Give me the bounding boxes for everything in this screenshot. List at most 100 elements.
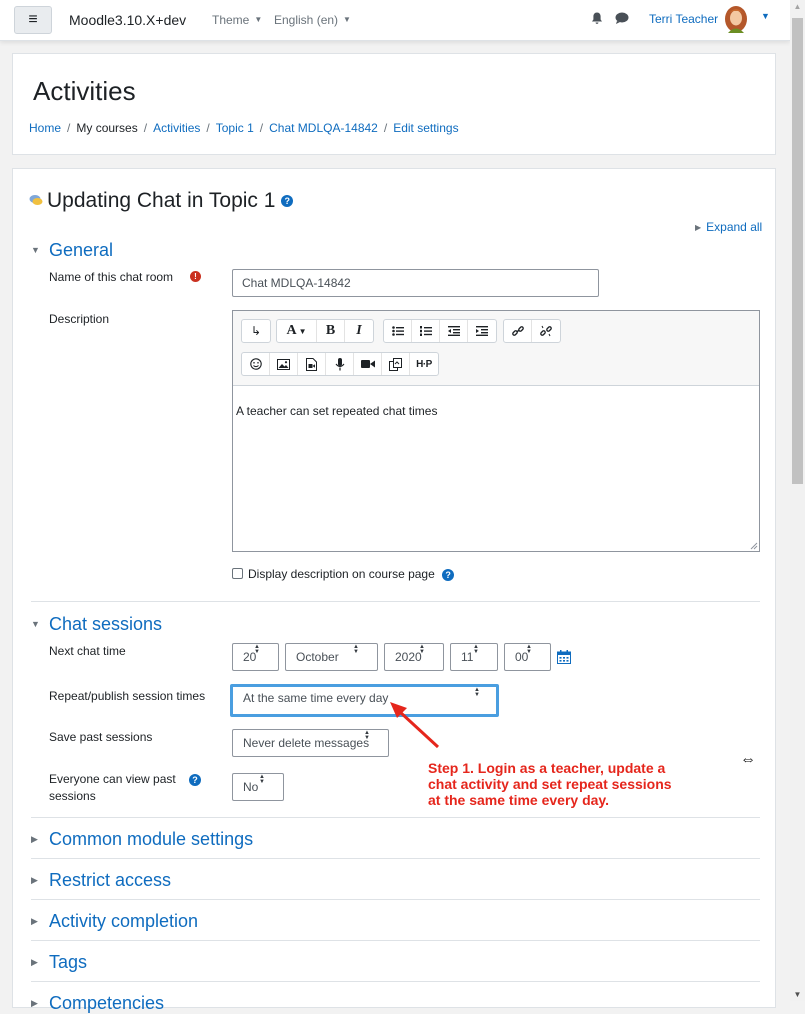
hamburger-icon: ≡	[28, 11, 38, 28]
page-scrollbar[interactable]: ▲ ▼	[790, 0, 805, 1001]
triangle-right-icon: ▶	[31, 957, 38, 967]
h5p-icon[interactable]: H·P	[410, 353, 438, 375]
link-icon[interactable]	[504, 320, 532, 342]
user-menu-name[interactable]: Terri Teacher	[649, 12, 718, 26]
section-divider	[31, 940, 760, 941]
breadcrumb-separator: /	[67, 121, 71, 135]
help-icon[interactable]: ?	[281, 195, 294, 208]
triangle-down-icon: ▼	[31, 619, 40, 629]
save-past-sessions-select[interactable]: Never delete messages ▲▼	[232, 729, 389, 757]
site-brand[interactable]: Moodle3.10.X+dev	[69, 12, 186, 28]
bullet-list-icon[interactable]	[384, 320, 412, 342]
minute-select[interactable]: 00 ▲▼	[504, 643, 551, 671]
breadcrumb-edit-settings[interactable]: Edit settings	[393, 121, 458, 135]
required-icon: !	[190, 271, 201, 282]
scroll-down-arrow-icon[interactable]: ▼	[790, 990, 805, 999]
next-chat-time-label: Next chat time	[49, 644, 126, 658]
horizontal-resize-cursor-icon: ⇔	[740, 751, 756, 768]
media-icon[interactable]	[298, 353, 326, 375]
bold-icon[interactable]: B	[317, 320, 345, 342]
triangle-right-icon: ▶	[31, 998, 38, 1008]
day-select[interactable]: 20 ▲▼	[232, 643, 279, 671]
caret-down-icon: ▼	[343, 15, 351, 24]
breadcrumb-activities[interactable]: Activities	[153, 121, 200, 135]
language-menu[interactable]: English (en) ▼	[274, 13, 351, 27]
bell-icon[interactable]	[591, 12, 603, 28]
emoticon-icon[interactable]	[242, 353, 270, 375]
unlink-icon[interactable]	[532, 320, 560, 342]
everyone-view-select[interactable]: No ▲▼	[232, 773, 284, 801]
select-arrows-icon: ▲▼	[419, 644, 425, 654]
microphone-icon[interactable]	[326, 353, 354, 375]
editor-toolbar: ↳ A ▼ B I H·P	[233, 311, 759, 386]
language-menu-label: English (en)	[274, 13, 339, 27]
display-description-label[interactable]: Display description on course page	[248, 567, 435, 581]
triangle-right-icon: ▶	[31, 875, 38, 885]
select-arrows-icon: ▲▼	[474, 687, 480, 697]
caret-down-icon[interactable]: ▼	[761, 11, 770, 21]
section-chat-sessions-toggle[interactable]: ▼ Chat sessions	[31, 614, 162, 635]
hour-select[interactable]: 11 ▲▼	[450, 643, 498, 671]
avatar[interactable]	[723, 6, 749, 34]
breadcrumb-topic[interactable]: Topic 1	[216, 121, 254, 135]
section-activity-completion[interactable]: ▶ Activity completion	[31, 911, 198, 932]
video-camera-icon[interactable]	[354, 353, 382, 375]
section-restrict-access[interactable]: ▶ Restrict access	[31, 870, 171, 891]
font-style-icon[interactable]: A ▼	[277, 320, 317, 342]
section-divider	[31, 858, 760, 859]
section-divider	[31, 899, 760, 900]
month-select[interactable]: October ▲▼	[285, 643, 378, 671]
description-editor-text[interactable]: A teacher can set repeated chat times	[236, 404, 437, 418]
select-arrows-icon: ▲▼	[526, 644, 532, 654]
breadcrumb-separator: /	[143, 121, 148, 135]
section-tags-label: Tags	[49, 952, 88, 972]
breadcrumb-separator: /	[206, 121, 210, 135]
month-select-value: October	[296, 650, 339, 664]
chat-bubble-icon[interactable]	[615, 12, 629, 27]
section-restrict-access-label: Restrict access	[49, 870, 172, 890]
section-tags[interactable]: ▶ Tags	[31, 952, 87, 973]
manage-files-icon[interactable]	[382, 353, 410, 375]
repeat-sessions-select[interactable]: At the same time every day ▲▼	[230, 684, 499, 717]
settings-form-card: Updating Chat in Topic 1 ? ▶ Expand all ▼…	[12, 168, 776, 1013]
breadcrumb-chat[interactable]: Chat MDLQA-14842	[269, 121, 378, 135]
section-general-toggle[interactable]: ▼ General	[31, 240, 113, 261]
chat-module-icon	[29, 195, 43, 205]
indent-icon[interactable]	[468, 320, 496, 342]
section-competencies[interactable]: ▶ Competencies	[31, 993, 164, 1014]
section-common-module-settings[interactable]: ▶ Common module settings	[31, 829, 253, 850]
triangle-right-icon: ▶	[31, 916, 38, 926]
calendar-icon[interactable]	[557, 650, 571, 664]
italic-icon[interactable]: I	[345, 320, 373, 342]
page-header: Activities Home / My courses / Activities / To…	[12, 53, 776, 155]
resize-grip-icon[interactable]	[750, 542, 758, 550]
toolbar-group: ↳	[241, 319, 271, 343]
scroll-up-arrow-icon[interactable]: ▲	[790, 2, 805, 11]
form-title: Updating Chat in Topic 1 ?	[29, 189, 294, 213]
toolbar-toggle-icon[interactable]: ↳	[242, 320, 270, 342]
hamburger-menu-button[interactable]: ≡	[14, 6, 52, 34]
breadcrumb-my-courses: My courses	[76, 121, 138, 135]
theme-menu[interactable]: Theme ▼	[212, 13, 262, 27]
scrollbar-thumb[interactable]	[792, 18, 803, 484]
breadcrumb-home[interactable]: Home	[29, 121, 61, 135]
form-title-text: Updating Chat in Topic 1	[47, 189, 276, 212]
top-navbar: ≡ Moodle3.10.X+dev Theme ▼ English (en) ▼ …	[0, 0, 790, 41]
display-description-checkbox[interactable]	[232, 568, 243, 579]
chat-name-field[interactable]: Chat MDLQA-14842	[232, 269, 599, 297]
annotation-arrow-icon	[390, 702, 440, 749]
breadcrumb-separator: /	[383, 121, 388, 135]
everyone-view-label: Everyone can view past sessions	[49, 772, 176, 803]
image-icon[interactable]	[270, 353, 298, 375]
breadcrumb: Home / My courses / Activities / Topic 1 / Chat …	[29, 121, 459, 135]
help-icon[interactable]: ?	[189, 774, 201, 786]
description-editor[interactable]: ↳ A ▼ B I H·P A teacher can set repeated…	[232, 310, 760, 552]
numbered-list-icon[interactable]	[412, 320, 440, 342]
outdent-icon[interactable]	[440, 320, 468, 342]
year-select[interactable]: 2020 ▲▼	[384, 643, 444, 671]
expand-all-link[interactable]: ▶ Expand all	[695, 220, 762, 234]
toolbar-group: H·P	[241, 352, 439, 376]
help-icon[interactable]: ?	[442, 568, 455, 581]
breadcrumb-separator: /	[259, 121, 264, 135]
select-arrows-icon: ▲▼	[473, 644, 479, 654]
